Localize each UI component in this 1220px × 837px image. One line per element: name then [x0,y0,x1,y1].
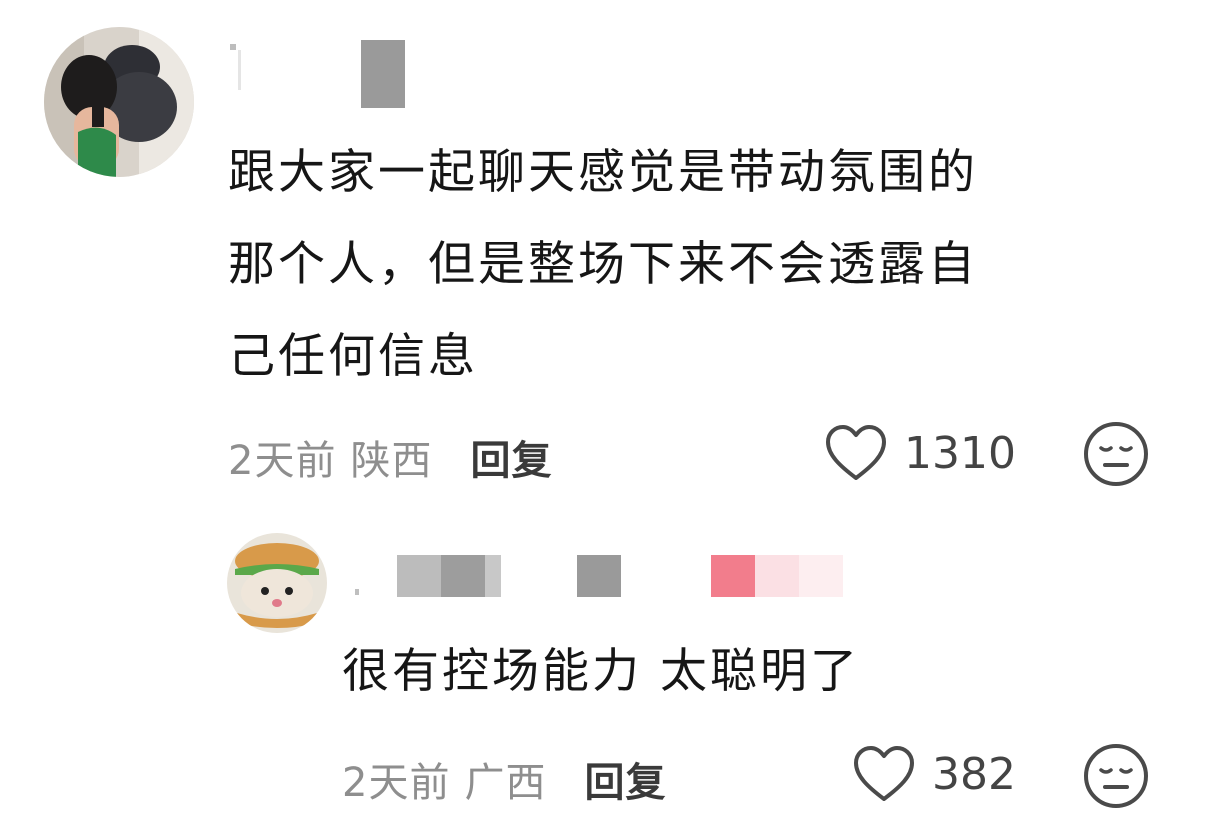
comment-text: 很有控场能力 太聪明了 [342,626,860,718]
like-count: 382 [932,748,1016,800]
comment-meta: 2天前 广西 回复 [342,750,666,808]
woman-with-cat-avatar-icon [44,27,194,177]
timestamp: 2天前 [228,438,337,484]
comment-line: 很有控场能力 太聪明了 [342,644,860,699]
username-redacted[interactable] [355,555,843,597]
reply-button[interactable]: 回复 [470,428,552,486]
cat-burger-avatar-icon [227,533,327,633]
like-count: 1310 [904,427,1016,479]
user-avatar[interactable] [44,27,194,177]
comment-line: 跟大家一起聊天感觉是带动氛围的 [228,145,978,200]
dislike-button[interactable] [1082,742,1150,810]
like-button[interactable]: 382 [852,745,1016,803]
user-avatar[interactable] [227,533,327,633]
neutral-face-icon [1084,422,1148,486]
reply-button[interactable]: 回复 [584,750,666,808]
comment-line: 那个人，但是整场下来不会透露自 [228,237,978,292]
like-button[interactable]: 1310 [824,424,1016,482]
comment-text: 跟大家一起聊天感觉是带动氛围的 那个人，但是整场下来不会透露自 己任何信息 [228,127,978,403]
username-redacted[interactable] [230,40,405,108]
location: 陕西 [350,438,433,484]
dislike-button[interactable] [1082,420,1150,488]
timestamp: 2天前 [342,760,451,806]
comment-line: 己任何信息 [228,329,478,384]
neutral-face-icon [1084,744,1148,808]
heart-icon [826,425,886,480]
location: 广西 [464,760,547,806]
comment-meta: 2天前 陕西 回复 [228,428,552,486]
heart-icon [854,746,914,801]
